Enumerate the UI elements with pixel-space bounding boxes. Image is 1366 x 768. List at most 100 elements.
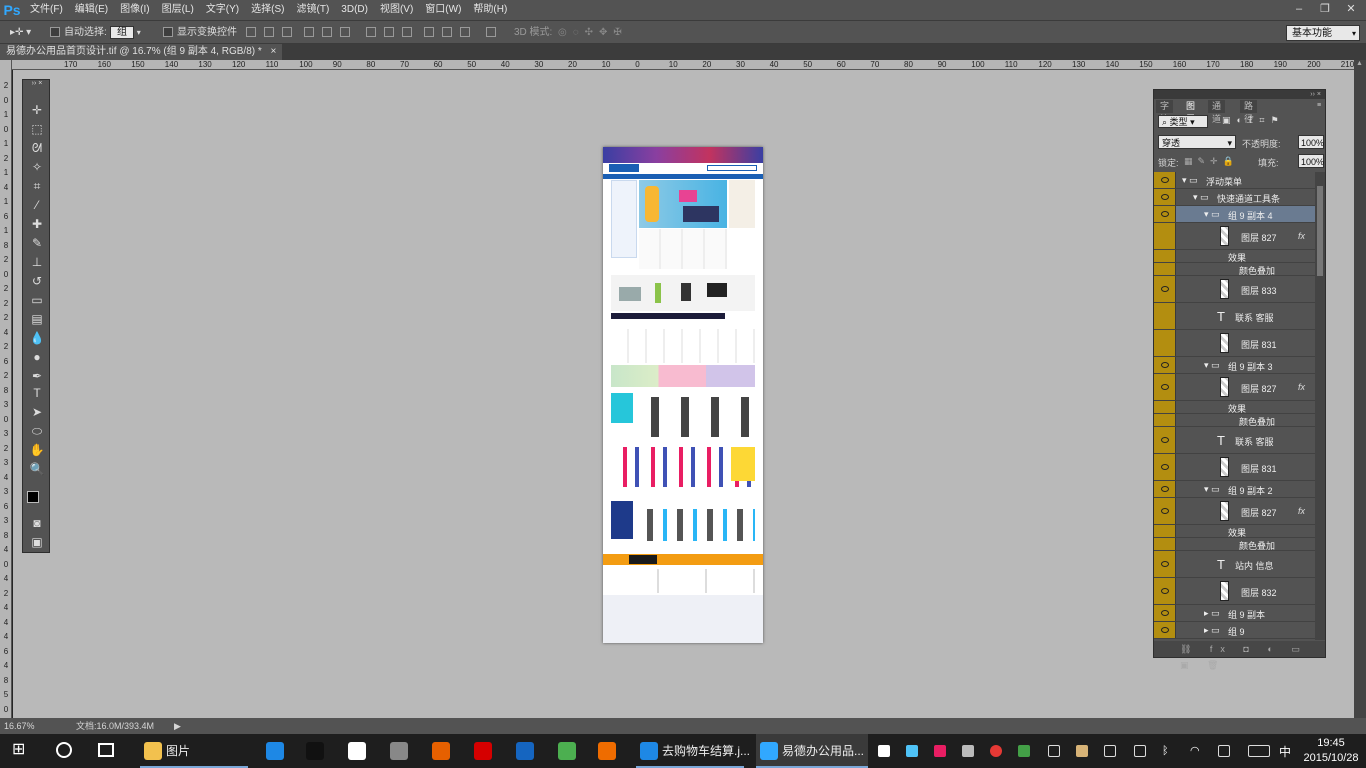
document-tab[interactable]: 易德办公用品首页设计.tif @ 16.7% (组 9 副本 4, RGB/8)… [0,44,283,60]
search-icon[interactable] [56,742,72,758]
panel-tab[interactable]: 路径 [1240,100,1258,124]
visibility-toggle[interactable] [1154,223,1176,249]
taskbar-app[interactable] [428,734,454,768]
show-transform-checkbox[interactable]: 显示变换控件 [163,25,237,41]
layer-row[interactable]: 图层 827 fx [1154,498,1315,525]
clock[interactable]: 19:45 2015/10/28 [1300,736,1362,766]
tray-app-icon[interactable] [934,745,946,757]
auto-select-checkbox[interactable]: 自动选择: [50,25,107,41]
layer-group-row[interactable]: ▾ ▭ 组 9 副本 2 [1154,481,1315,498]
menu-item[interactable]: 视图(V) [374,0,419,20]
group-collapsed-icon[interactable]: ▸ ▭ [1204,625,1220,636]
visibility-toggle[interactable] [1154,622,1176,638]
visibility-toggle[interactable] [1154,276,1176,302]
layer-row[interactable]: 图层 831 [1154,454,1315,481]
layer-filter-dropdown[interactable]: ⌕ 类型 ▾ [1158,115,1208,128]
distribute-left-icon[interactable] [424,27,434,37]
group-expanded-icon[interactable]: ▾ ▭ [1204,209,1220,220]
group-expanded-icon[interactable]: ▾ ▭ [1193,192,1209,203]
blend-mode-dropdown[interactable]: 穿透 ▾ [1158,135,1236,149]
onedrive-icon[interactable] [878,745,890,757]
menu-item[interactable]: 图像(I) [114,0,155,20]
dodge-tool-icon[interactable]: ● [27,349,47,365]
layer-row[interactable]: 图层 832 [1154,578,1315,605]
visibility-toggle[interactable] [1154,427,1176,453]
align-bottom-icon[interactable] [282,27,292,37]
align-left-icon[interactable] [304,27,314,37]
blur-tool-icon[interactable]: 💧 [27,330,47,346]
menu-item[interactable]: 帮助(H) [467,0,513,20]
taskbar-app[interactable]: 图片 [140,734,248,768]
visibility-toggle[interactable] [1154,481,1176,497]
path-selection-tool-icon[interactable]: ➤ [27,404,47,420]
hand-tool-icon[interactable]: ✋ [27,442,47,458]
align-right-icon[interactable] [340,27,350,37]
tray-app-icon[interactable] [1076,745,1088,757]
menu-item[interactable]: 窗口(W) [419,0,467,20]
visibility-toggle[interactable] [1154,263,1176,275]
tray-app-icon[interactable] [1104,745,1116,757]
taskbar-app[interactable] [344,734,370,768]
bluetooth-icon[interactable]: ᛒ [1162,745,1174,757]
fill-input[interactable]: 100% [1298,154,1324,168]
ime-indicator[interactable]: 中 [1279,743,1291,760]
opacity-input[interactable]: 100% [1298,135,1324,149]
brush-tool-icon[interactable]: ✎ [27,235,47,251]
screen-mode-icon[interactable]: ▣ [27,534,47,550]
menu-item[interactable]: 编辑(E) [69,0,114,20]
tray-app-icon[interactable] [1134,745,1146,757]
visibility-toggle[interactable] [1154,374,1176,400]
minimize-icon[interactable]: – [1286,0,1312,18]
layer-effect-row[interactable]: 颜色叠加 [1154,538,1315,551]
layer-actions-bar[interactable]: ⛓ fx ◘ ◐ ▭ ▣ 🗑 [1154,641,1325,670]
visibility-toggle[interactable] [1154,454,1176,480]
visibility-toggle[interactable] [1154,189,1176,205]
group-expanded-icon[interactable]: ▾ ▭ [1204,484,1220,495]
lasso-tool-icon[interactable]: ᘛ [27,140,47,156]
wifi-icon[interactable]: ◠ [1190,745,1202,757]
healing-brush-tool-icon[interactable]: ✚ [27,216,47,232]
taskbar-app[interactable]: 去购物车结算.j... [636,734,750,768]
marquee-tool-icon[interactable]: ⬚ [27,121,47,137]
layer-row[interactable]: T 联系 客服 [1154,427,1315,454]
3d-tools-icon[interactable]: ◎◌✣✥✠ [558,25,628,41]
zoom-tool-icon[interactable]: 🔍 [27,461,47,477]
layer-effect-row[interactable]: 效果 [1154,250,1315,263]
foreground-color-swatch[interactable] [27,491,39,503]
task-view-icon[interactable] [98,743,114,757]
visibility-toggle[interactable] [1154,578,1176,604]
visibility-toggle[interactable] [1154,538,1176,550]
visibility-toggle[interactable] [1154,172,1176,188]
group-collapsed-icon[interactable]: ▸ ▭ [1204,608,1220,619]
gradient-tool-icon[interactable]: ▤ [27,311,47,327]
layer-effect-row[interactable]: 效果 [1154,401,1315,414]
align-top-icon[interactable] [246,27,256,37]
keyboard-icon[interactable] [1248,745,1270,757]
visibility-toggle[interactable] [1154,551,1176,577]
close-tab-icon[interactable]: × [271,46,277,57]
align-hcenter-icon[interactable] [322,27,332,37]
visibility-toggle[interactable] [1154,206,1176,222]
layer-row[interactable]: 图层 831 [1154,330,1315,357]
eyedropper-tool-icon[interactable]: ⁄ [27,197,47,213]
distribute-hcenter-icon[interactable] [442,27,452,37]
layer-row[interactable]: 图层 827 fx [1154,223,1315,250]
fx-icon[interactable]: fx [1298,382,1305,392]
taskbar-app[interactable] [512,734,538,768]
layer-group-row[interactable]: ▸ ▭ 组 9 副本 [1154,605,1315,622]
auto-select-dropdown[interactable]: 组 [110,26,134,39]
taskbar-app[interactable] [386,734,412,768]
notification-icon[interactable] [1218,745,1230,757]
taskbar-app[interactable] [302,734,328,768]
layer-row[interactable]: T 站内 信息 [1154,551,1315,578]
layer-effect-row[interactable]: 颜色叠加 [1154,414,1315,427]
document-canvas-page[interactable] [603,147,763,643]
distribute-top-icon[interactable] [366,27,376,37]
layer-group-row[interactable]: ▾ ▭ 快速通道工具条 [1154,189,1315,206]
menu-item[interactable]: 文件(F) [24,0,69,20]
close-icon[interactable]: ✕ [1338,0,1364,18]
group-expanded-icon[interactable]: ▾ ▭ [1204,360,1220,371]
menu-item[interactable]: 选择(S) [245,0,290,20]
visibility-toggle[interactable] [1154,330,1176,356]
shape-tool-icon[interactable]: ⬭ [27,423,47,439]
